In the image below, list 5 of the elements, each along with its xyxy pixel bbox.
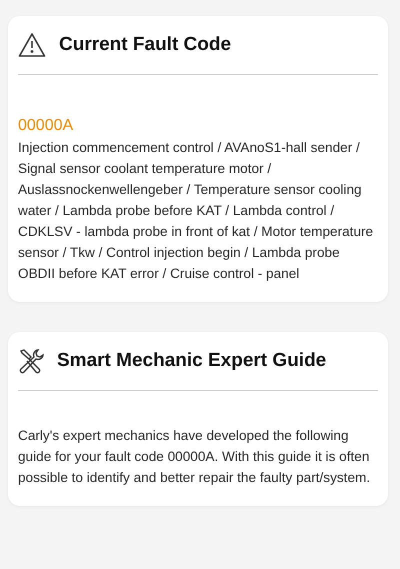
fault-code: 00000A [18, 116, 74, 136]
card-title: Smart Mechanic Expert Guide [57, 350, 326, 372]
card-title: Current Fault Code [59, 34, 232, 56]
guide-description: Carly's expert mechanics have developed the following guide for your fault code 00000A. With this guide it is often possible to identify and better repair the faulty part/system. [18, 427, 372, 487]
fault-description: Injection commencement control / AVAnoS1-hall sender / Signal sensor coolant temperature motor / Auslassnockenwellengeber / Temperature sensor cooling water / Lambda probe before KAT / Lambda control / CDKLSV - lambda probe in front of kat / Motor temperature sensor / Tkw / Control injection begin / Lambda probe OBDII before KAT error / Cruise control - panel [18, 139, 374, 283]
